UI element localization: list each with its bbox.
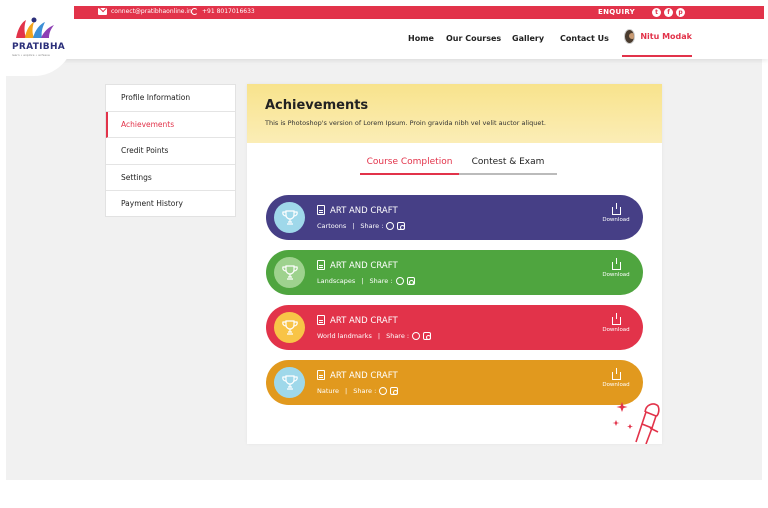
instagram-icon[interactable]: [423, 332, 432, 340]
nav-contact-us[interactable]: Contact Us: [560, 34, 609, 43]
download-button[interactable]: Download: [601, 368, 631, 388]
enquiry-link[interactable]: ENQUIRY: [598, 8, 635, 16]
card-title: ART AND CRAFT: [330, 261, 398, 271]
download-icon: [611, 313, 621, 325]
whatsapp-icon[interactable]: [412, 332, 421, 340]
achievement-card: ART AND CRAFT Nature | Share : Download: [266, 360, 643, 405]
social-links: t f p: [652, 8, 685, 17]
profile-sidebar: Profile Information Achievements Credit …: [105, 84, 236, 217]
trophy-icon: [274, 367, 305, 398]
instagram-icon[interactable]: [406, 277, 415, 285]
card-category: Landscapes: [317, 277, 356, 285]
pinterest-icon[interactable]: p: [676, 8, 685, 17]
facebook-icon[interactable]: f: [664, 8, 673, 17]
avatar: [624, 29, 636, 44]
share-label: Share :: [353, 387, 377, 395]
card-meta: Landscapes | Share :: [317, 277, 415, 285]
card-meta: Cartoons | Share :: [317, 222, 406, 230]
page-subtitle: This is Photoshop's version of Lorem Ips…: [265, 119, 546, 127]
instagram-icon[interactable]: [390, 387, 399, 395]
download-button[interactable]: Download: [601, 203, 631, 223]
twitter-icon[interactable]: t: [652, 8, 661, 17]
download-icon: [611, 258, 621, 270]
download-label: Download: [602, 217, 630, 223]
user-name: Nitu Modak: [640, 32, 692, 41]
nav-gallery[interactable]: Gallery: [512, 34, 544, 43]
trophy-icon: [274, 257, 305, 288]
page: connect@pratibhaonline.in +91 8017016633…: [0, 0, 768, 508]
sidebar-item-settings[interactable]: Settings: [106, 165, 235, 192]
sidebar-item-payment-history[interactable]: Payment History: [106, 191, 235, 218]
achievement-card: ART AND CRAFT Landscapes | Share : Downl…: [266, 250, 643, 295]
tab-contest-exam[interactable]: Contest & Exam: [459, 157, 557, 175]
celebration-trophy-icon: [612, 402, 660, 444]
separator: |: [352, 222, 355, 230]
card-title: ART AND CRAFT: [330, 371, 398, 381]
certificate-icon: [317, 315, 325, 325]
card-category: World landmarks: [317, 332, 372, 340]
separator: |: [345, 387, 348, 395]
trophy-icon: [274, 202, 305, 233]
card-meta: Nature | Share :: [317, 387, 399, 395]
share-label: Share :: [360, 222, 384, 230]
nav-our-courses[interactable]: Our Courses: [446, 34, 501, 43]
certificate-icon: [317, 205, 325, 215]
nav-home[interactable]: Home: [408, 34, 434, 43]
card-meta: World landmarks | Share :: [317, 332, 432, 340]
card-category: Nature: [317, 387, 340, 395]
card-title: ART AND CRAFT: [330, 206, 398, 216]
download-button[interactable]: Download: [601, 258, 631, 278]
achievement-tabs: Course Completion Contest & Exam: [360, 157, 557, 175]
phone-text: +91 8017016633: [202, 8, 255, 15]
trophy-icon: [274, 312, 305, 343]
user-menu[interactable]: Nitu Modak: [622, 29, 692, 57]
whatsapp-icon[interactable]: [386, 222, 395, 230]
brand-tagline: learn • explore • achieve: [12, 53, 50, 57]
card-title: ART AND CRAFT: [330, 316, 398, 326]
download-label: Download: [602, 272, 630, 278]
certificate-icon: [317, 370, 325, 380]
card-category: Cartoons: [317, 222, 347, 230]
achievement-card: ART AND CRAFT Cartoons | Share : Downloa…: [266, 195, 643, 240]
tab-course-completion[interactable]: Course Completion: [360, 157, 459, 175]
download-label: Download: [602, 327, 630, 333]
achievement-card: ART AND CRAFT World landmarks | Share : …: [266, 305, 643, 350]
whatsapp-icon[interactable]: [395, 277, 404, 285]
certificate-icon: [317, 260, 325, 270]
mail-icon: [98, 8, 107, 15]
brand-name: PRATIBHA: [12, 42, 66, 52]
phone-icon: [191, 8, 198, 15]
sidebar-item-achievements[interactable]: Achievements: [106, 111, 235, 139]
separator: |: [361, 277, 364, 285]
email-text: connect@pratibhaonline.in: [111, 8, 192, 15]
separator: |: [377, 332, 381, 340]
whatsapp-icon[interactable]: [379, 387, 388, 395]
page-banner: Achievements This is Photoshop's version…: [247, 84, 662, 143]
sidebar-item-profile-information[interactable]: Profile Information: [106, 85, 235, 112]
sidebar-item-credit-points[interactable]: Credit Points: [106, 138, 235, 165]
download-icon: [611, 368, 621, 380]
page-title: Achievements: [265, 98, 369, 113]
download-button[interactable]: Download: [601, 313, 631, 333]
download-icon: [611, 203, 621, 215]
logo-mark-icon: [16, 17, 54, 38]
contact-email[interactable]: connect@pratibhaonline.in: [98, 8, 192, 15]
share-label: Share :: [369, 277, 393, 285]
contact-phone[interactable]: +91 8017016633: [191, 8, 255, 15]
share-label: Share :: [386, 332, 410, 340]
download-label: Download: [602, 382, 630, 388]
instagram-icon[interactable]: [397, 222, 406, 230]
header: Home Our Courses Gallery Contact Us Nitu…: [0, 19, 768, 59]
top-bar: connect@pratibhaonline.in +91 8017016633…: [70, 6, 764, 19]
achievements-panel: Achievements This is Photoshop's version…: [247, 84, 662, 444]
